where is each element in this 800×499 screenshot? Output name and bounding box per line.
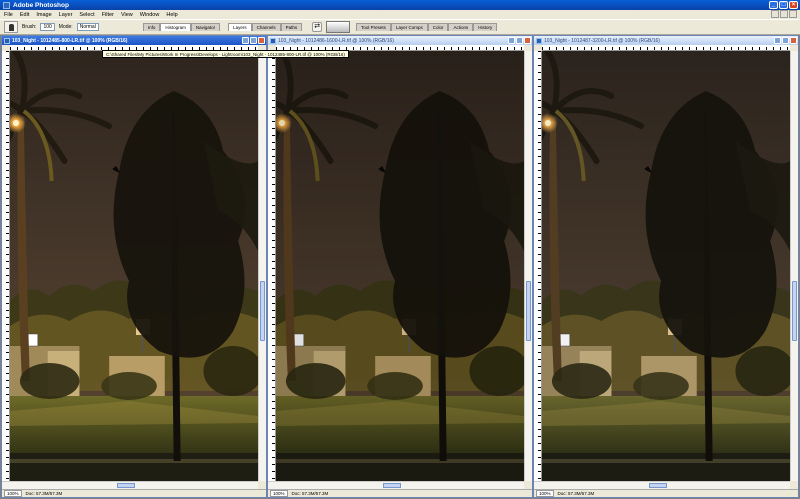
document-title-bar[interactable]: 103_Night - 1012486-1600-LR.tif @ 100% (… — [268, 36, 532, 45]
vertical-scrollbar[interactable] — [258, 51, 266, 481]
vertical-scrollbar[interactable] — [790, 51, 798, 481]
doc3-minimize-button[interactable] — [774, 37, 781, 44]
doc3-close-button[interactable] — [790, 37, 797, 44]
document-window-1[interactable]: 103_Night - 1012485-800-LR.tif @ 100% (R… — [1, 35, 267, 498]
scroll-thumb[interactable] — [383, 483, 402, 488]
scroll-thumb[interactable] — [792, 281, 797, 341]
vertical-scrollbar[interactable] — [524, 51, 532, 481]
tab-navigator[interactable]: Navigator — [190, 23, 221, 31]
photoshop-logo-icon — [3, 1, 10, 9]
zoom-field[interactable]: 100% — [4, 490, 22, 497]
image-canvas[interactable] — [542, 51, 790, 481]
document-window-buttons — [508, 37, 531, 44]
brush-preview[interactable] — [326, 21, 351, 33]
menu-image[interactable]: Image — [36, 12, 51, 18]
maximize-button[interactable]: □ — [779, 1, 788, 9]
menu-filter[interactable]: Filter — [102, 12, 114, 18]
tab-histogram[interactable]: Histogram — [160, 23, 191, 31]
options-bar: Brush: 100 Mode: Normal Info Histogram N… — [0, 19, 800, 35]
menu-help[interactable]: Help — [166, 12, 177, 18]
window-controls: _ □ × — [769, 1, 798, 9]
tab-actions[interactable]: Actions — [448, 23, 474, 31]
night-photo — [276, 51, 524, 481]
image-canvas[interactable] — [10, 51, 258, 481]
document-icon — [270, 37, 276, 44]
tab-history[interactable]: History — [473, 23, 498, 31]
doc1-maximize-button[interactable] — [250, 37, 257, 44]
document-window-controls — [771, 10, 797, 18]
document-window-buttons — [774, 37, 797, 44]
brush-size-field[interactable]: 100 — [40, 23, 55, 31]
scroll-thumb[interactable] — [649, 483, 668, 488]
document-status-bar: 100% Doc: 57.3M/57.3M — [534, 489, 798, 497]
zoom-field[interactable]: 100% — [270, 490, 288, 497]
horizontal-scrollbar[interactable] — [2, 481, 258, 489]
doc2-minimize-button[interactable] — [508, 37, 515, 44]
tab-paths[interactable]: Paths — [280, 23, 303, 31]
tab-info[interactable]: Info — [142, 23, 161, 31]
menu-bar: File Edit Image Layer Select Filter View… — [0, 10, 800, 19]
scroll-thumb[interactable] — [260, 281, 265, 341]
document-window-3[interactable]: 103_Night - 1012487-3200-LR.tif @ 100% (… — [533, 35, 799, 498]
document-title-bar[interactable]: 103_Night - 1012485-800-LR.tif @ 100% (R… — [2, 36, 266, 45]
tab-channels[interactable]: Channels — [251, 23, 281, 31]
scroll-thumb[interactable] — [526, 281, 531, 341]
doc-size: Doc: 57.3M/57.3M — [25, 491, 63, 496]
palette-well-mid: Layers Channels Paths — [228, 23, 303, 31]
vertical-ruler[interactable] — [2, 51, 10, 481]
doc-size: Doc: 57.3M/57.3M — [557, 491, 595, 496]
document-window-2[interactable]: 103_Night - 1012486-1600-LR.tif @ 100% (… — [267, 35, 533, 498]
horizontal-scrollbar[interactable] — [534, 481, 790, 489]
doc2-close-button[interactable] — [524, 37, 531, 44]
night-photo — [542, 51, 790, 481]
doc1-minimize-button[interactable] — [242, 37, 249, 44]
horizontal-scrollbar[interactable] — [268, 481, 524, 489]
document-icon — [4, 37, 10, 44]
file-path-tooltip: C:\Shared Files\My Pictures\Work In Prog… — [102, 50, 349, 58]
vertical-ruler[interactable] — [534, 51, 542, 481]
document-status-bar: 100% Doc: 57.3M/57.3M — [2, 489, 266, 497]
app-titlebar: Adobe Photoshop _ □ × — [0, 0, 800, 10]
zoom-field[interactable]: 100% — [536, 490, 554, 497]
palette-well-left: Info Histogram Navigator — [142, 23, 221, 31]
tool-preset-picker[interactable] — [4, 21, 18, 33]
close-button[interactable]: × — [789, 1, 798, 9]
switch-icon[interactable]: ⇄ — [312, 22, 323, 32]
menu-window[interactable]: Window — [140, 12, 160, 18]
night-photo — [10, 51, 258, 481]
document-icon — [536, 37, 542, 44]
mode-select[interactable]: Normal — [76, 23, 99, 31]
menu-layer[interactable]: Layer — [59, 12, 73, 18]
menu-edit[interactable]: Edit — [20, 12, 29, 18]
brush-label: Brush: — [22, 24, 37, 30]
app-title: Adobe Photoshop — [13, 1, 69, 9]
doc3-maximize-button[interactable] — [782, 37, 789, 44]
minimize-button[interactable]: _ — [769, 1, 778, 9]
document-title: 103_Night - 1012485-800-LR.tif @ 100% (R… — [12, 37, 128, 44]
document-title-bar[interactable]: 103_Night - 1012487-3200-LR.tif @ 100% (… — [534, 36, 798, 45]
document-title: 103_Night - 1012487-3200-LR.tif @ 100% (… — [544, 37, 660, 44]
scroll-thumb[interactable] — [117, 483, 136, 488]
image-canvas[interactable] — [276, 51, 524, 481]
document-title: 103_Night - 1012486-1600-LR.tif @ 100% (… — [278, 37, 394, 44]
tab-layers[interactable]: Layers — [228, 23, 252, 31]
doc-minimize-button[interactable] — [771, 10, 779, 18]
menu-select[interactable]: Select — [79, 12, 94, 18]
mode-label: Mode: — [58, 24, 73, 30]
tab-layer-comps[interactable]: Layer Comps — [390, 23, 428, 31]
document-status-bar: 100% Doc: 57.3M/57.3M — [268, 489, 532, 497]
doc-close-button[interactable] — [789, 10, 797, 18]
menu-view[interactable]: View — [121, 12, 133, 18]
document-window-buttons — [242, 37, 265, 44]
doc1-close-button[interactable] — [258, 37, 265, 44]
doc2-maximize-button[interactable] — [516, 37, 523, 44]
tab-color[interactable]: Color — [427, 23, 449, 31]
menu-file[interactable]: File — [4, 12, 13, 18]
vertical-ruler[interactable] — [268, 51, 276, 481]
palette-well-right: Tool Presets Layer Comps Color Actions H… — [356, 23, 498, 31]
doc-size: Doc: 57.3M/57.3M — [291, 491, 329, 496]
tab-tool-presets[interactable]: Tool Presets — [356, 23, 391, 31]
doc-restore-button[interactable] — [780, 10, 788, 18]
